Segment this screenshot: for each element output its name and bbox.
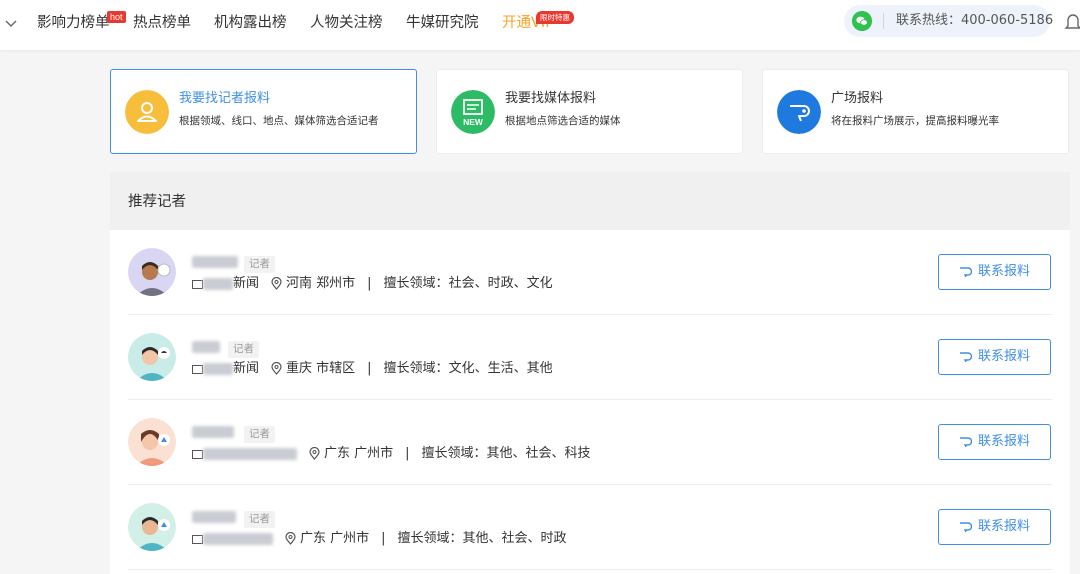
journalist-row: 记者 新闻 重庆 市辖区 | 擅长领域：文化、生活、其他 联系报料 (110, 315, 1070, 400)
org-icon (192, 365, 203, 374)
org-redacted (203, 363, 233, 375)
org-suffix: 新闻 (233, 361, 260, 376)
location-pin-icon (271, 277, 282, 290)
nav-item-label: 牛媒研究院 (406, 15, 479, 31)
role-tag: 记者 (244, 511, 275, 528)
org-suffix: 新闻 (233, 276, 260, 291)
person-icon (125, 90, 169, 134)
contact-report-button[interactable]: 联系报料 (938, 424, 1051, 460)
nav-item-org-exposure-ranking[interactable]: 机构露出榜 (214, 13, 287, 33)
fields-label: 擅长领域： (397, 531, 463, 546)
divider (883, 13, 884, 29)
journalist-meta: 广东 广州市 | 擅长领域：其他、社会、科技 (192, 444, 591, 464)
fields-label: 擅长领域： (421, 446, 487, 461)
role-tag: 记者 (244, 256, 275, 273)
chevron-down-icon[interactable] (4, 16, 18, 30)
megaphone-icon (959, 522, 973, 533)
new-label: NEW (463, 117, 484, 127)
fields-label: 擅长领域： (383, 361, 449, 376)
separator: | (405, 446, 410, 461)
journalist-list: 记者 新闻 河南 郑州市 | 擅长领域：社会、时政、文化 联系报料 记者 新闻 重庆 市… (110, 230, 1070, 574)
card-title: 广场报料 (831, 91, 884, 106)
card-desc: 根据地点筛选合适的媒体 (505, 115, 621, 127)
contact-report-button[interactable]: 联系报料 (938, 254, 1051, 290)
name-redacted (192, 256, 238, 268)
fields: 文化、生活、其他 (448, 361, 553, 376)
org-redacted (203, 533, 273, 545)
card-title: 我要找媒体报料 (505, 91, 597, 106)
button-label: 联系报料 (977, 264, 1030, 279)
new-media-icon: NEW (451, 90, 495, 134)
org-icon (192, 280, 203, 289)
find-journalist-card[interactable]: 我要找记者报料 根据领域、线口、地点、媒体筛选合适记者 (110, 69, 417, 154)
separator: | (367, 361, 372, 376)
card-desc: 将在报料广场展示，提高报料曝光率 (831, 115, 999, 127)
megaphone-icon (959, 352, 973, 363)
journalist-row: 记者 广东 广州市 | 擅长领域：其他、社会、科技 联系报料 (110, 400, 1070, 485)
fields: 其他、社会、科技 (486, 446, 591, 461)
avatar (128, 418, 176, 466)
nav-item-label: 机构露出榜 (214, 15, 287, 31)
avatar (128, 248, 176, 296)
name-redacted (192, 426, 234, 438)
divider (128, 569, 1052, 570)
megaphone-icon (959, 267, 973, 278)
nav-item-hot-ranking[interactable]: 热点榜单 (133, 13, 191, 33)
location-pin-icon (309, 447, 320, 460)
top-nav: 影响力榜单 hot 热点榜单 机构露出榜 人物关注榜 牛媒研究院 开通VIP 限… (0, 0, 1080, 50)
fields: 其他、社会、时政 (462, 531, 567, 546)
journalist-row: 记者 广东 广州市 | 擅长领域：其他、社会、时政 联系报料 (110, 485, 1070, 570)
hotline-pill: 联系热线：400-060-5186 (844, 5, 1054, 37)
card-desc: 根据领域、线口、地点、媒体筛选合适记者 (179, 115, 379, 127)
nav-item-label: 热点榜单 (133, 15, 191, 31)
role-tag: 记者 (228, 341, 259, 358)
location: 广东 广州市 (324, 446, 394, 461)
nav-item-label: 人物关注榜 (310, 15, 383, 31)
nav-item-media-institute[interactable]: 牛媒研究院 (406, 13, 479, 33)
recommended-header: 推荐记者 (110, 172, 1070, 230)
location: 重庆 市辖区 (286, 361, 356, 376)
org-redacted (203, 448, 297, 460)
role-tag: 记者 (244, 426, 275, 443)
find-media-card[interactable]: NEW 我要找媒体报料 根据地点筛选合适的媒体 (436, 69, 743, 154)
contact-report-button[interactable]: 联系报料 (938, 509, 1051, 545)
button-label: 联系报料 (977, 349, 1030, 364)
journalist-row: 记者 新闻 河南 郑州市 | 擅长领域：社会、时政、文化 联系报料 (110, 230, 1070, 315)
location: 广东 广州市 (300, 531, 370, 546)
separator: | (367, 276, 372, 291)
limited-offer-badge: 限时特惠 (536, 11, 574, 24)
hot-badge: hot (107, 11, 126, 23)
avatar (128, 333, 176, 381)
journalist-meta: 新闻 河南 郑州市 | 擅长领域：社会、时政、文化 (192, 274, 553, 294)
name-redacted (192, 341, 220, 353)
org-icon (192, 535, 203, 544)
avatar (128, 503, 176, 551)
location: 河南 郑州市 (286, 276, 356, 291)
card-title: 我要找记者报料 (179, 91, 271, 106)
journalist-meta: 新闻 重庆 市辖区 | 擅长领域：文化、生活、其他 (192, 359, 553, 379)
journalist-meta: 广东 广州市 | 擅长领域：其他、社会、时政 (192, 529, 567, 549)
nav-item-label: 影响力榜单 (37, 15, 110, 31)
button-label: 联系报料 (977, 434, 1030, 449)
wechat-icon[interactable] (852, 11, 872, 31)
org-icon (192, 450, 203, 459)
nav-item-influence-ranking[interactable]: 影响力榜单 hot (37, 11, 126, 33)
section-title: 推荐记者 (128, 194, 186, 210)
bell-icon[interactable] (1064, 12, 1080, 32)
nav-item-open-vip[interactable]: 开通VIP 限时特惠 (502, 11, 574, 33)
megaphone-icon (959, 437, 973, 448)
square-report-card[interactable]: 广场报料 将在报料广场展示，提高报料曝光率 (762, 69, 1069, 154)
name-redacted (192, 511, 236, 523)
contact-report-button[interactable]: 联系报料 (938, 339, 1051, 375)
button-label: 联系报料 (977, 519, 1030, 534)
nav-item-people-ranking[interactable]: 人物关注榜 (310, 13, 383, 33)
separator: | (381, 531, 386, 546)
location-pin-icon (271, 362, 282, 375)
hotline-text: 联系热线：400-060-5186 (896, 13, 1054, 28)
megaphone-icon (777, 90, 821, 134)
location-pin-icon (285, 532, 296, 545)
fields: 社会、时政、文化 (448, 276, 553, 291)
org-redacted (203, 278, 233, 290)
fields-label: 擅长领域： (383, 276, 449, 291)
